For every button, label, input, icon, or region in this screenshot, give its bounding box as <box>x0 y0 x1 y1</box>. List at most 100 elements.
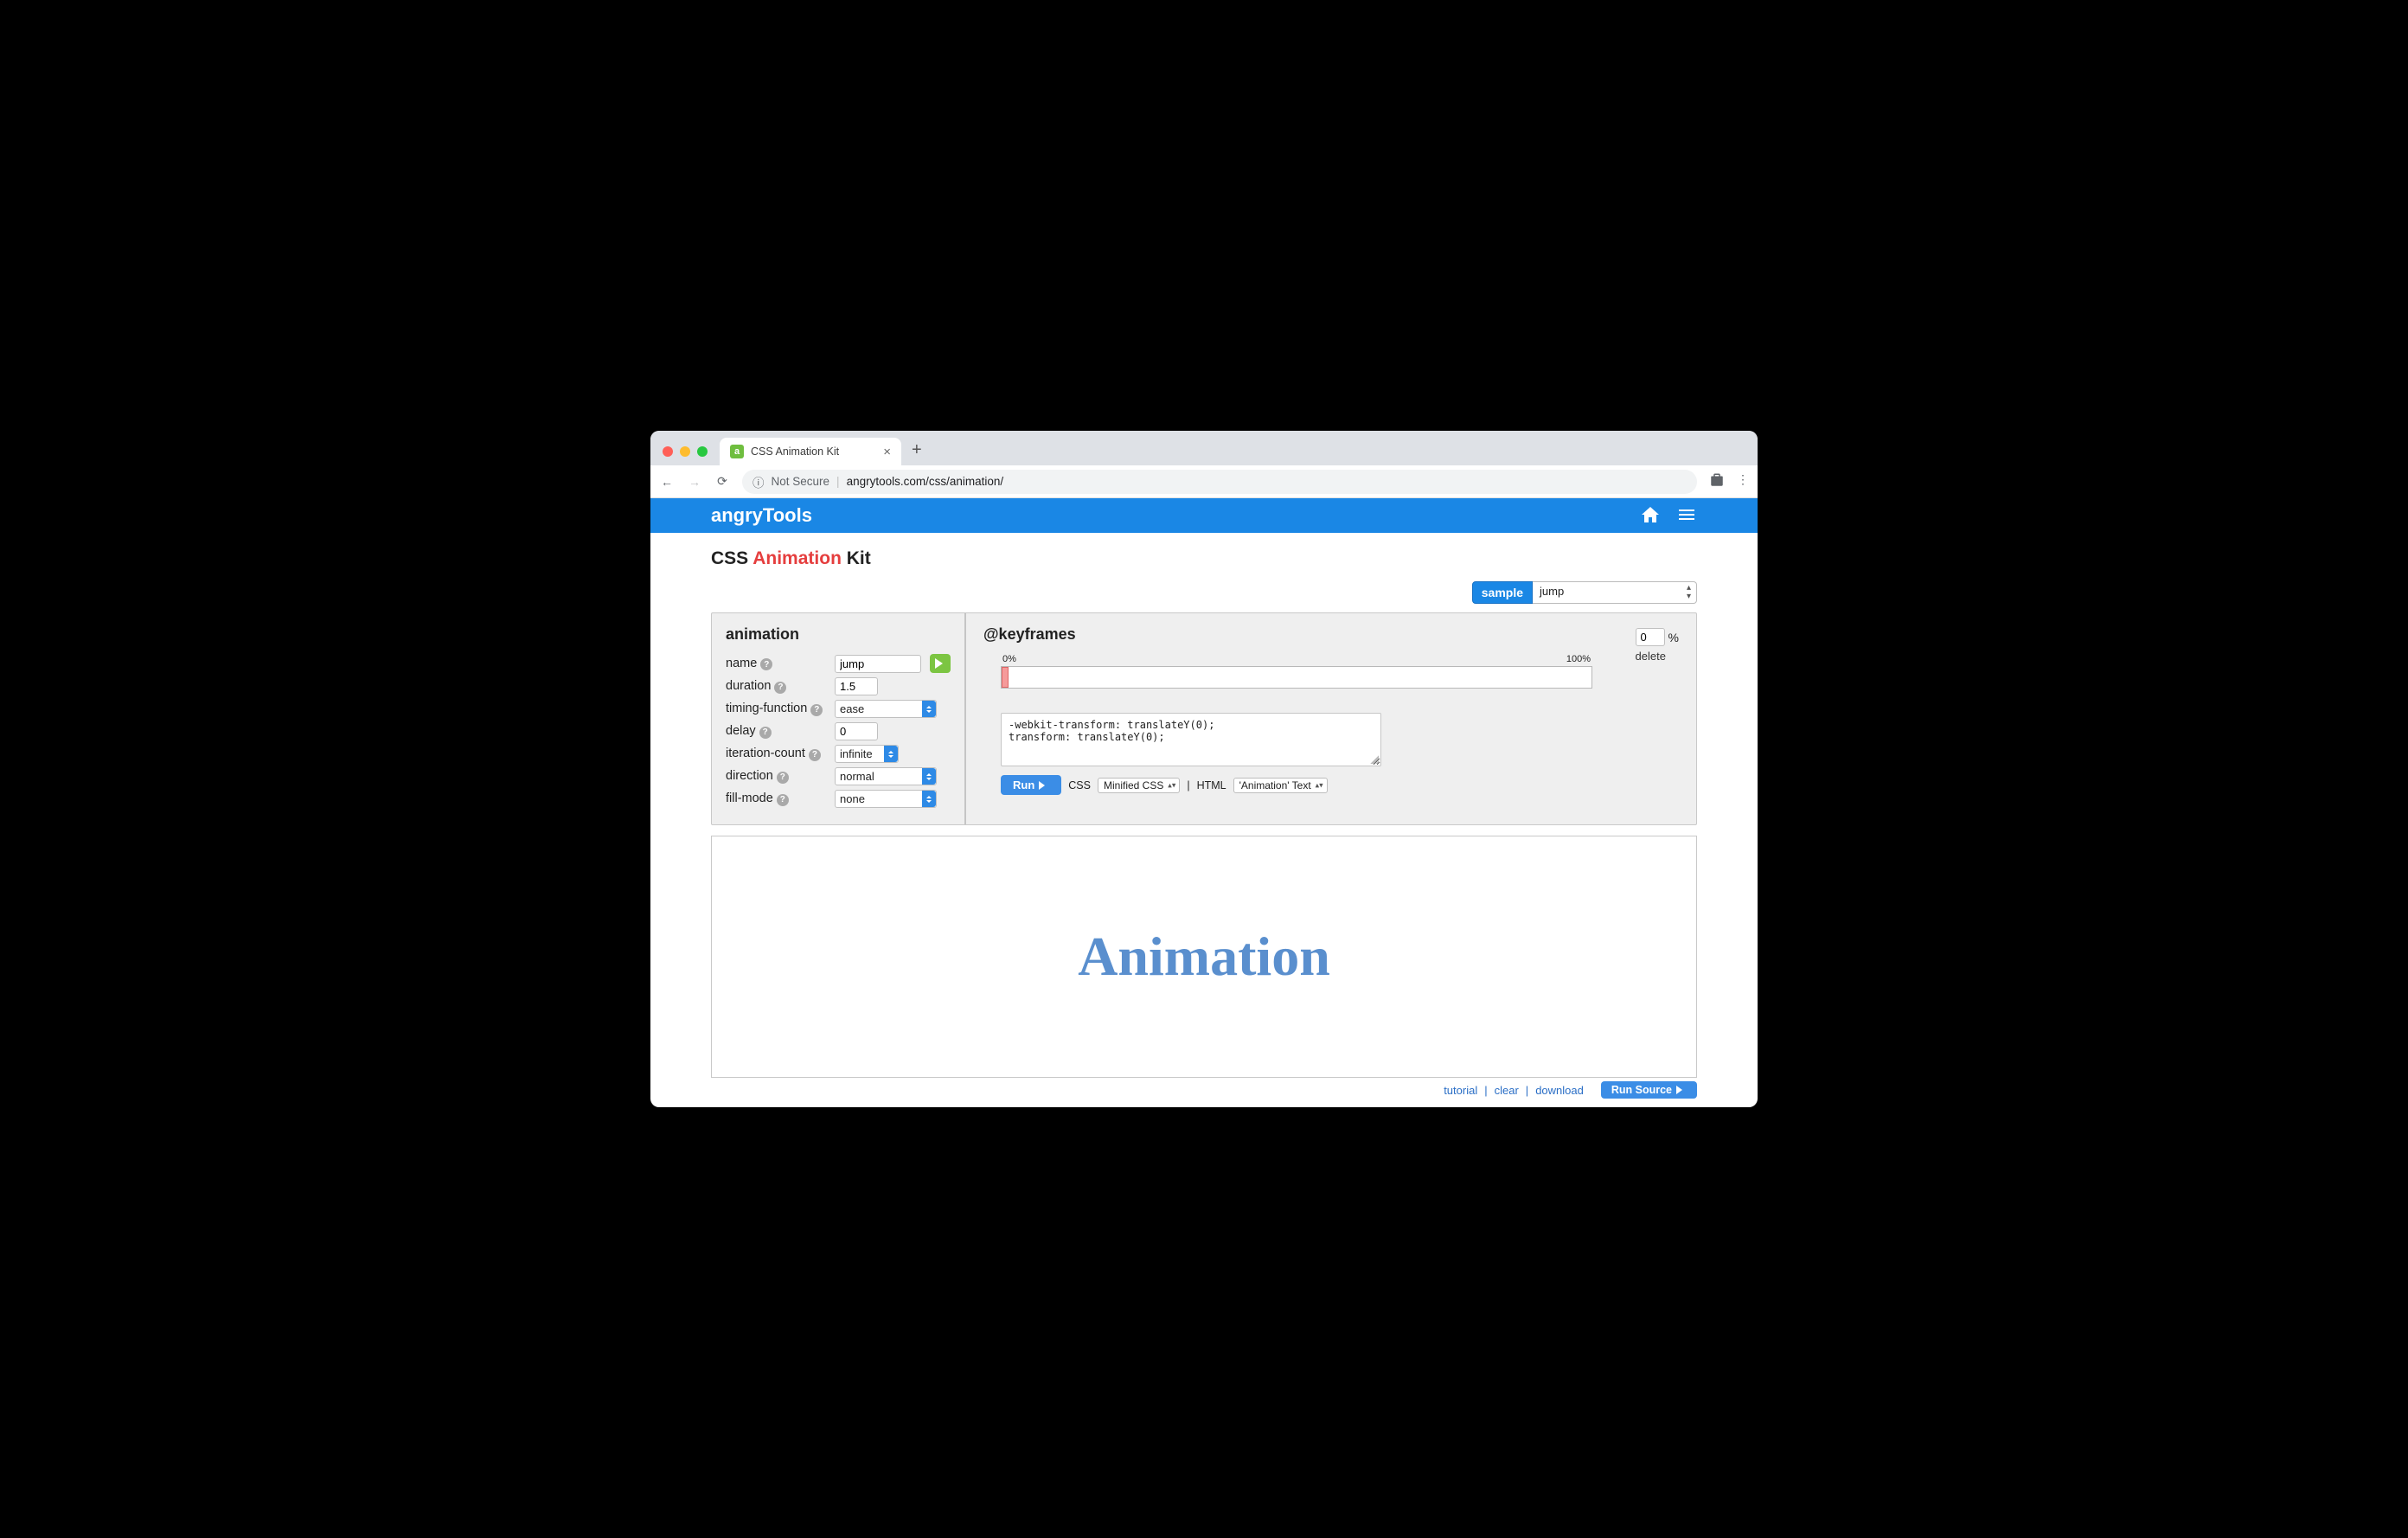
label-direction: direction? <box>726 769 829 784</box>
chevron-updown-icon: ▴▾ <box>1316 781 1323 789</box>
reload-icon[interactable]: ⟳ <box>714 474 730 489</box>
keyframes-heading: @keyframes <box>983 625 1679 644</box>
percent-suffix: % <box>1668 631 1679 644</box>
run-button[interactable]: Run <box>1001 775 1061 795</box>
brand-logo[interactable]: angryTools <box>711 504 812 527</box>
separator: | <box>1484 1084 1487 1097</box>
keyframe-code[interactable]: -webkit-transform: translateY(0); transf… <box>1001 713 1381 766</box>
chevron-updown-icon: ▴▾ <box>1168 781 1175 789</box>
control-panel: animation name? duration? timing-functio… <box>711 612 1697 825</box>
preview-text: Animation <box>1078 925 1330 989</box>
download-link[interactable]: download <box>1535 1084 1584 1097</box>
help-icon[interactable]: ? <box>809 749 821 761</box>
run-row: Run CSS Minified CSS ▴▾ | HTML 'Animation… <box>1001 775 1662 795</box>
separator: | <box>1187 779 1189 791</box>
clear-link[interactable]: clear <box>1495 1084 1519 1097</box>
extension-icon[interactable] <box>1709 472 1725 490</box>
chevron-updown-icon <box>922 701 936 717</box>
menu-icon[interactable]: ⋮ <box>1737 472 1749 490</box>
ruler-track[interactable] <box>1001 666 1592 689</box>
page-title: CSS Animation Kit <box>711 548 1697 569</box>
help-icon[interactable]: ? <box>777 772 789 784</box>
fillmode-value: none <box>840 792 865 805</box>
help-icon[interactable]: ? <box>810 704 823 716</box>
run-source-button[interactable]: Run Source <box>1601 1081 1697 1099</box>
keyframe-ruler: 0% 100% % delete <box>1001 654 1592 702</box>
label-fillmode: fill-mode? <box>726 791 829 806</box>
direction-value: normal <box>840 770 874 783</box>
html-label: HTML <box>1197 779 1226 791</box>
name-input[interactable] <box>835 655 921 673</box>
help-icon[interactable]: ? <box>777 794 789 806</box>
browser-tab[interactable]: a CSS Animation Kit × <box>720 438 901 465</box>
delay-input[interactable] <box>835 722 878 740</box>
back-icon[interactable]: ← <box>659 475 675 489</box>
css-label: CSS <box>1068 779 1091 791</box>
preview-pane: Animation <box>711 836 1697 1078</box>
sample-label: sample <box>1472 581 1533 604</box>
tutorial-link[interactable]: tutorial <box>1444 1084 1477 1097</box>
play-button[interactable] <box>930 654 951 673</box>
help-icon[interactable]: ? <box>774 682 786 694</box>
label-timing: timing-function? <box>726 702 829 716</box>
maximize-window[interactable] <box>697 446 708 457</box>
chevron-updown-icon: ▴▾ <box>1687 584 1691 601</box>
title-post: Kit <box>842 548 871 568</box>
delete-keyframe[interactable]: delete <box>1636 650 1666 663</box>
css-format-select[interactable]: Minified CSS ▴▾ <box>1098 778 1180 793</box>
tab-title: CSS Animation Kit <box>751 445 839 458</box>
browser-window: a CSS Animation Kit × + ← → ⟳ ⓘ Not Secu… <box>650 431 1758 1107</box>
page-content: CSS Animation Kit sample jump ▴▾ animati… <box>650 533 1758 1107</box>
label-duration: duration? <box>726 679 829 694</box>
timing-select[interactable]: ease <box>835 700 937 718</box>
keyframe-side-controls: % delete <box>1636 628 1679 663</box>
title-highlight: Animation <box>752 548 842 568</box>
chevron-updown-icon <box>922 791 936 807</box>
info-icon: ⓘ <box>752 473 765 490</box>
separator: | <box>1526 1084 1528 1097</box>
keyframe-stops <box>1001 690 1592 702</box>
site-header: angryTools <box>650 498 1758 533</box>
footer-links: tutorial | clear | download Run Source <box>711 1081 1697 1099</box>
url-separator: | <box>836 475 840 488</box>
title-pre: CSS <box>711 548 752 568</box>
chevron-updown-icon <box>884 746 898 762</box>
ruler-start: 0% <box>1002 654 1016 664</box>
hamburger-icon[interactable] <box>1676 504 1697 528</box>
current-frame-marker[interactable] <box>1002 667 1009 688</box>
browser-toolbar: ← → ⟳ ⓘ Not Secure | angrytools.com/css/… <box>650 465 1758 498</box>
css-format-value: Minified CSS <box>1104 779 1163 791</box>
minimize-window[interactable] <box>680 446 690 457</box>
label-iteration: iteration-count? <box>726 747 829 761</box>
forward-icon[interactable]: → <box>687 475 702 489</box>
duration-input[interactable] <box>835 677 878 695</box>
address-bar[interactable]: ⓘ Not Secure | angrytools.com/css/animat… <box>742 470 1697 494</box>
close-window[interactable] <box>663 446 673 457</box>
label-name: name? <box>726 657 829 671</box>
help-icon[interactable]: ? <box>759 727 772 739</box>
security-label: Not Secure <box>772 475 830 488</box>
sample-value: jump <box>1540 585 1564 598</box>
direction-select[interactable]: normal <box>835 767 937 785</box>
timing-value: ease <box>840 702 864 715</box>
percent-input[interactable] <box>1636 628 1665 646</box>
label-delay: delay? <box>726 724 829 739</box>
html-format-value: 'Animation' Text <box>1239 779 1311 791</box>
animation-pane: animation name? duration? timing-functio… <box>712 613 966 824</box>
iteration-select[interactable]: infinite <box>835 745 899 763</box>
window-controls <box>650 446 720 465</box>
close-tab-icon[interactable]: × <box>883 445 891 458</box>
help-icon[interactable]: ? <box>760 658 772 670</box>
new-tab-button[interactable]: + <box>901 440 932 465</box>
ruler-end: 100% <box>1566 654 1591 664</box>
keyframes-pane: @keyframes 0% 100% % <box>966 613 1696 824</box>
fillmode-select[interactable]: none <box>835 790 937 808</box>
chevron-updown-icon <box>922 768 936 785</box>
html-format-select[interactable]: 'Animation' Text ▴▾ <box>1233 778 1328 793</box>
sample-select[interactable]: jump ▴▾ <box>1533 581 1697 604</box>
home-icon[interactable] <box>1640 504 1661 528</box>
url-text: angrytools.com/css/animation/ <box>847 475 1004 488</box>
titlebar: a CSS Animation Kit × + <box>650 431 1758 465</box>
iteration-value: infinite <box>840 747 873 760</box>
animation-heading: animation <box>726 625 951 644</box>
